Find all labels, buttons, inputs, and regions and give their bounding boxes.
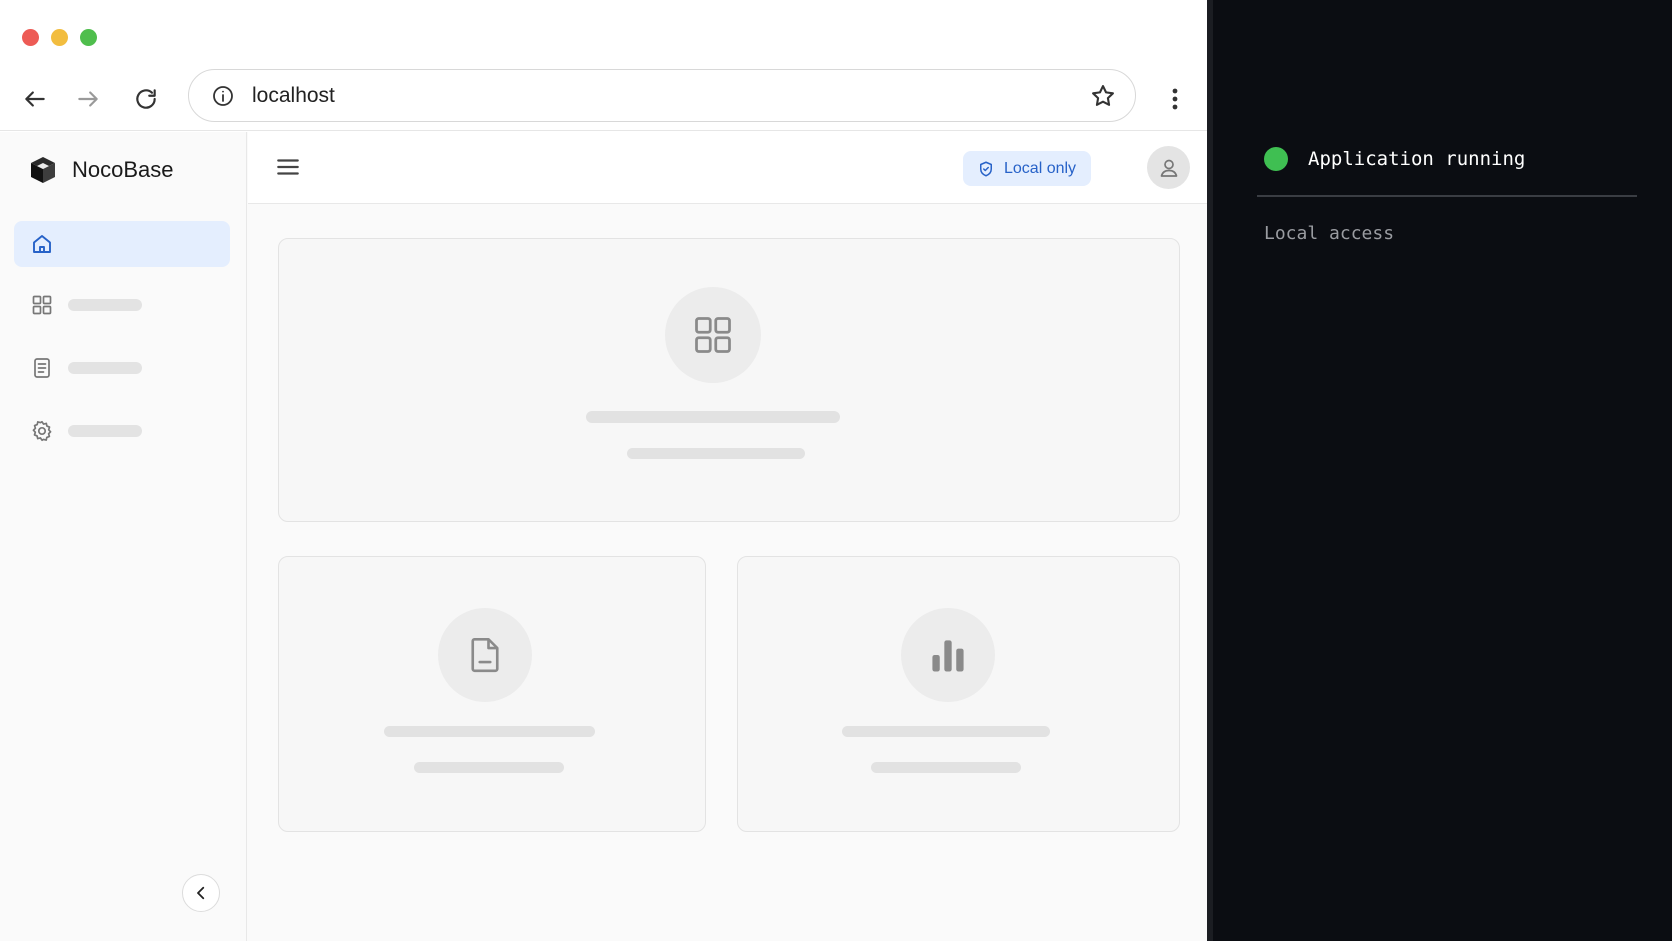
browser-menu-button[interactable] [1160, 81, 1190, 117]
sidebar-item-label-placeholder [68, 299, 142, 311]
sidebar-item-documents[interactable] [14, 345, 230, 391]
shield-check-icon [980, 161, 992, 176]
back-button[interactable] [17, 81, 53, 117]
skeleton-title-line [586, 411, 840, 423]
brand-name: NocoBase [72, 157, 174, 182]
window-titlebar [0, 0, 1207, 68]
sidebar-item-home[interactable] [14, 221, 230, 267]
info-icon[interactable] [211, 84, 235, 108]
app-area: NocoBase Local only [0, 132, 1207, 941]
url-text[interactable]: localhost [252, 84, 335, 108]
close-window-button[interactable] [22, 29, 39, 46]
card-icon-circle [901, 608, 995, 702]
skeleton-card-documents [278, 556, 706, 832]
status-indicator-icon [1264, 147, 1288, 171]
terminal-status-text: Application running [1308, 148, 1526, 170]
sidebar-item-settings[interactable] [14, 408, 230, 454]
user-icon [1160, 159, 1177, 177]
address-bar[interactable]: localhost [188, 69, 1136, 122]
skeleton-title-line [842, 726, 1050, 737]
reload-button[interactable] [128, 81, 164, 117]
more-vertical-icon [1172, 88, 1178, 110]
grid-icon [695, 317, 731, 353]
skeleton-subtitle-line [627, 448, 805, 459]
collapse-sidebar-button[interactable] [182, 874, 220, 912]
nocobase-logo-icon [31, 157, 55, 183]
skeleton-card-main [278, 238, 1180, 522]
reload-icon [136, 89, 156, 109]
app-header: Local only [248, 132, 1207, 204]
forward-icon [78, 91, 98, 107]
terminal-status: Application running [1264, 147, 1525, 171]
star-icon[interactable] [1089, 82, 1117, 110]
forward-button[interactable] [70, 81, 106, 117]
document-icon [34, 358, 50, 378]
skeleton-subtitle-line [871, 762, 1021, 773]
sidebar-item-apps[interactable] [14, 282, 230, 328]
sidebar-item-label-placeholder [68, 425, 142, 437]
card-icon-circle [438, 608, 532, 702]
local-only-badge: Local only [963, 151, 1092, 186]
screen: localhost NocoBase Local only Applicatio… [0, 0, 1672, 941]
bar-chart-icon [932, 640, 964, 672]
file-icon [471, 637, 499, 673]
browser-toolbar: localhost [0, 68, 1207, 131]
sidebar: NocoBase [0, 132, 247, 941]
home-icon [33, 235, 51, 253]
terminal-divider [1257, 195, 1637, 197]
maximize-window-button[interactable] [80, 29, 97, 46]
avatar[interactable] [1147, 146, 1190, 189]
badge-label: Local only [1004, 159, 1077, 177]
minimize-window-button[interactable] [51, 29, 68, 46]
grid-icon [32, 295, 52, 315]
terminal-panel: Application running Local access [1219, 0, 1672, 941]
back-icon [25, 91, 45, 107]
settings-icon [32, 420, 52, 442]
menu-icon[interactable] [275, 154, 301, 180]
skeleton-card-analytics [737, 556, 1180, 832]
skeleton-subtitle-line [414, 762, 564, 773]
browser-window: localhost NocoBase Local only [0, 0, 1213, 941]
terminal-subtitle: Local access [1264, 223, 1395, 244]
chevron-left-icon [197, 886, 205, 900]
brand[interactable]: NocoBase [27, 154, 174, 186]
card-icon-circle [665, 287, 761, 383]
skeleton-title-line [384, 726, 595, 737]
sidebar-item-label-placeholder [68, 362, 142, 374]
